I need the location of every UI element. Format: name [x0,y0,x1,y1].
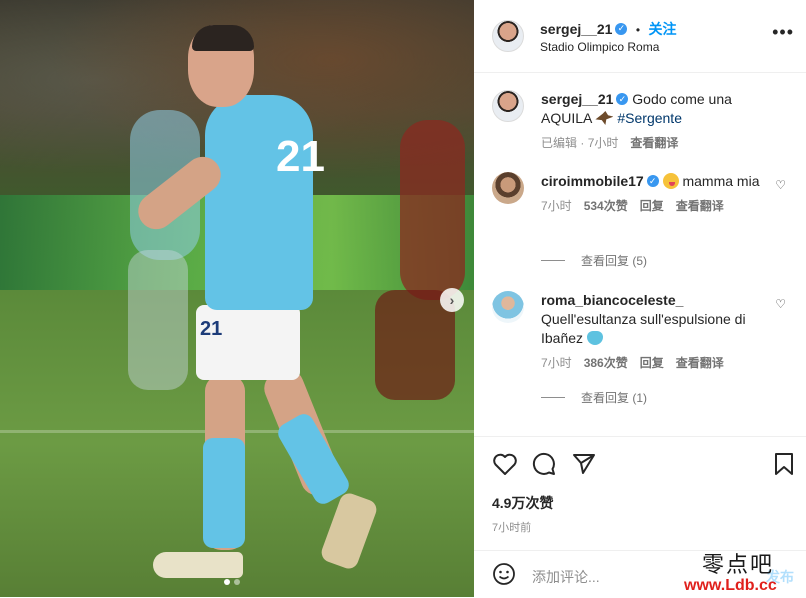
yum-emoji-icon [662,173,679,189]
player-shirt [205,95,313,310]
location-link[interactable]: Stadio Olimpico Roma [540,40,659,54]
bookmark-icon[interactable] [774,452,794,476]
post-comment-button[interactable]: 发布 [766,567,794,587]
comment-text: Quell'esultanza sull'espulsione di Ibañe… [541,311,746,346]
comment-translate-link[interactable]: 查看翻译 [676,197,724,216]
caption: sergej__21 ✓ Godo come una AQUILA #Sergen… [492,90,792,165]
caption-edited: 已编辑 [541,136,578,150]
background-player-blue-legs [128,250,188,390]
player-hair [192,25,254,51]
comment-meta: 7小时 386次赞 回复 查看翻译 [541,354,783,373]
comment-meta: 7小时 534次赞 回复 查看翻译 [541,197,783,216]
player-boot-left [153,552,243,578]
player-shorts [196,305,300,380]
clap-emoji-icon [586,331,603,345]
comment-age: 7小时 [541,199,572,213]
comments-list[interactable]: sergej__21 ✓ Godo come una AQUILA #Sergen… [474,73,806,435]
view-replies-button[interactable]: 查看回复 (5) [541,252,647,269]
carousel-next-button[interactable]: › [440,288,464,312]
avatar[interactable] [492,90,524,122]
caption-username[interactable]: sergej__21 [541,91,613,107]
carousel-dots [224,579,240,585]
heart-icon[interactable] [492,452,518,476]
likes-count[interactable]: 4.9万次赞 [492,493,553,513]
share-icon[interactable] [572,452,596,476]
player-shorts-number: 21 [200,318,223,340]
heart-icon[interactable]: ♡ [775,297,786,311]
emoji-icon[interactable] [492,562,516,586]
background-player-red [400,120,465,300]
post-side-panel: sergej__21 ✓ • 关注 Stadio Olimpico Roma ••… [474,0,806,597]
player-shirt-number: 21 [276,132,325,181]
next-arrow-icon: › [449,292,455,308]
comment-item: ciroimmobile17 ✓ mamma mia 7小时 534次赞 回复 查… [492,172,792,272]
avatar[interactable] [492,20,524,52]
comment-body: ciroimmobile17 ✓ mamma mia 7小时 534次赞 回复 查… [541,172,783,216]
comment-translate-link[interactable]: 查看翻译 [676,354,724,373]
view-replies-label: 查看回复 (5) [581,254,648,268]
post-actions: 4.9万次赞 7小时前 [474,436,806,549]
carousel-dot [234,579,240,585]
caption-body: sergej__21 ✓ Godo come una AQUILA #Sergen… [541,90,783,153]
follow-button[interactable]: 关注 [649,21,677,37]
post-photo[interactable]: 21 21 › [0,0,474,597]
comment-body: roma_biancoceleste_ Quell'esultanza sull… [541,291,783,373]
comment-item: roma_biancoceleste_ Quell'esultanza sull… [492,291,792,411]
header-line: sergej__21 ✓ • 关注 [540,19,677,39]
avatar[interactable] [492,291,524,323]
caption-meta: 已编辑 · 7小时 查看翻译 [541,134,783,153]
divider [541,260,565,261]
more-icon[interactable]: ••• [772,22,794,43]
verified-badge-icon: ✓ [615,22,628,35]
comment-composer: 添加评论... 发布 [474,550,806,598]
verified-badge-icon: ✓ [646,175,659,188]
heart-icon[interactable]: ♡ [775,178,786,192]
comment-username[interactable]: ciroimmobile17 [541,173,644,189]
post-header: sergej__21 ✓ • 关注 Stadio Olimpico Roma ••… [474,0,806,73]
reply-button[interactable]: 回复 [640,354,664,373]
reply-button[interactable]: 回复 [640,197,664,216]
post-time: 7小时前 [492,522,532,534]
player-sock-left [203,438,245,548]
caption-hashtag[interactable]: #Sergente [617,110,682,126]
carousel-dot-active [224,579,230,585]
avatar[interactable] [492,172,524,204]
divider [541,397,565,398]
comment-text: mamma mia [682,173,760,189]
view-replies-button[interactable]: 查看回复 (1) [541,389,647,406]
comment-username[interactable]: roma_biancoceleste_ [541,292,683,308]
caption-translate-link[interactable]: 查看翻译 [630,134,678,153]
separator: • [635,23,641,37]
comment-likes[interactable]: 386次赞 [584,354,628,373]
verified-badge-icon: ✓ [616,93,629,106]
eagle-emoji-icon [595,111,614,125]
caption-age: 7小时 [587,136,619,150]
comment-icon[interactable] [532,452,556,476]
comment-input[interactable]: 添加评论... [532,567,600,587]
comment-age: 7小时 [541,356,572,370]
comment-likes[interactable]: 534次赞 [584,197,628,216]
author-username[interactable]: sergej__21 [540,21,612,37]
view-replies-label: 查看回复 (1) [581,391,648,405]
